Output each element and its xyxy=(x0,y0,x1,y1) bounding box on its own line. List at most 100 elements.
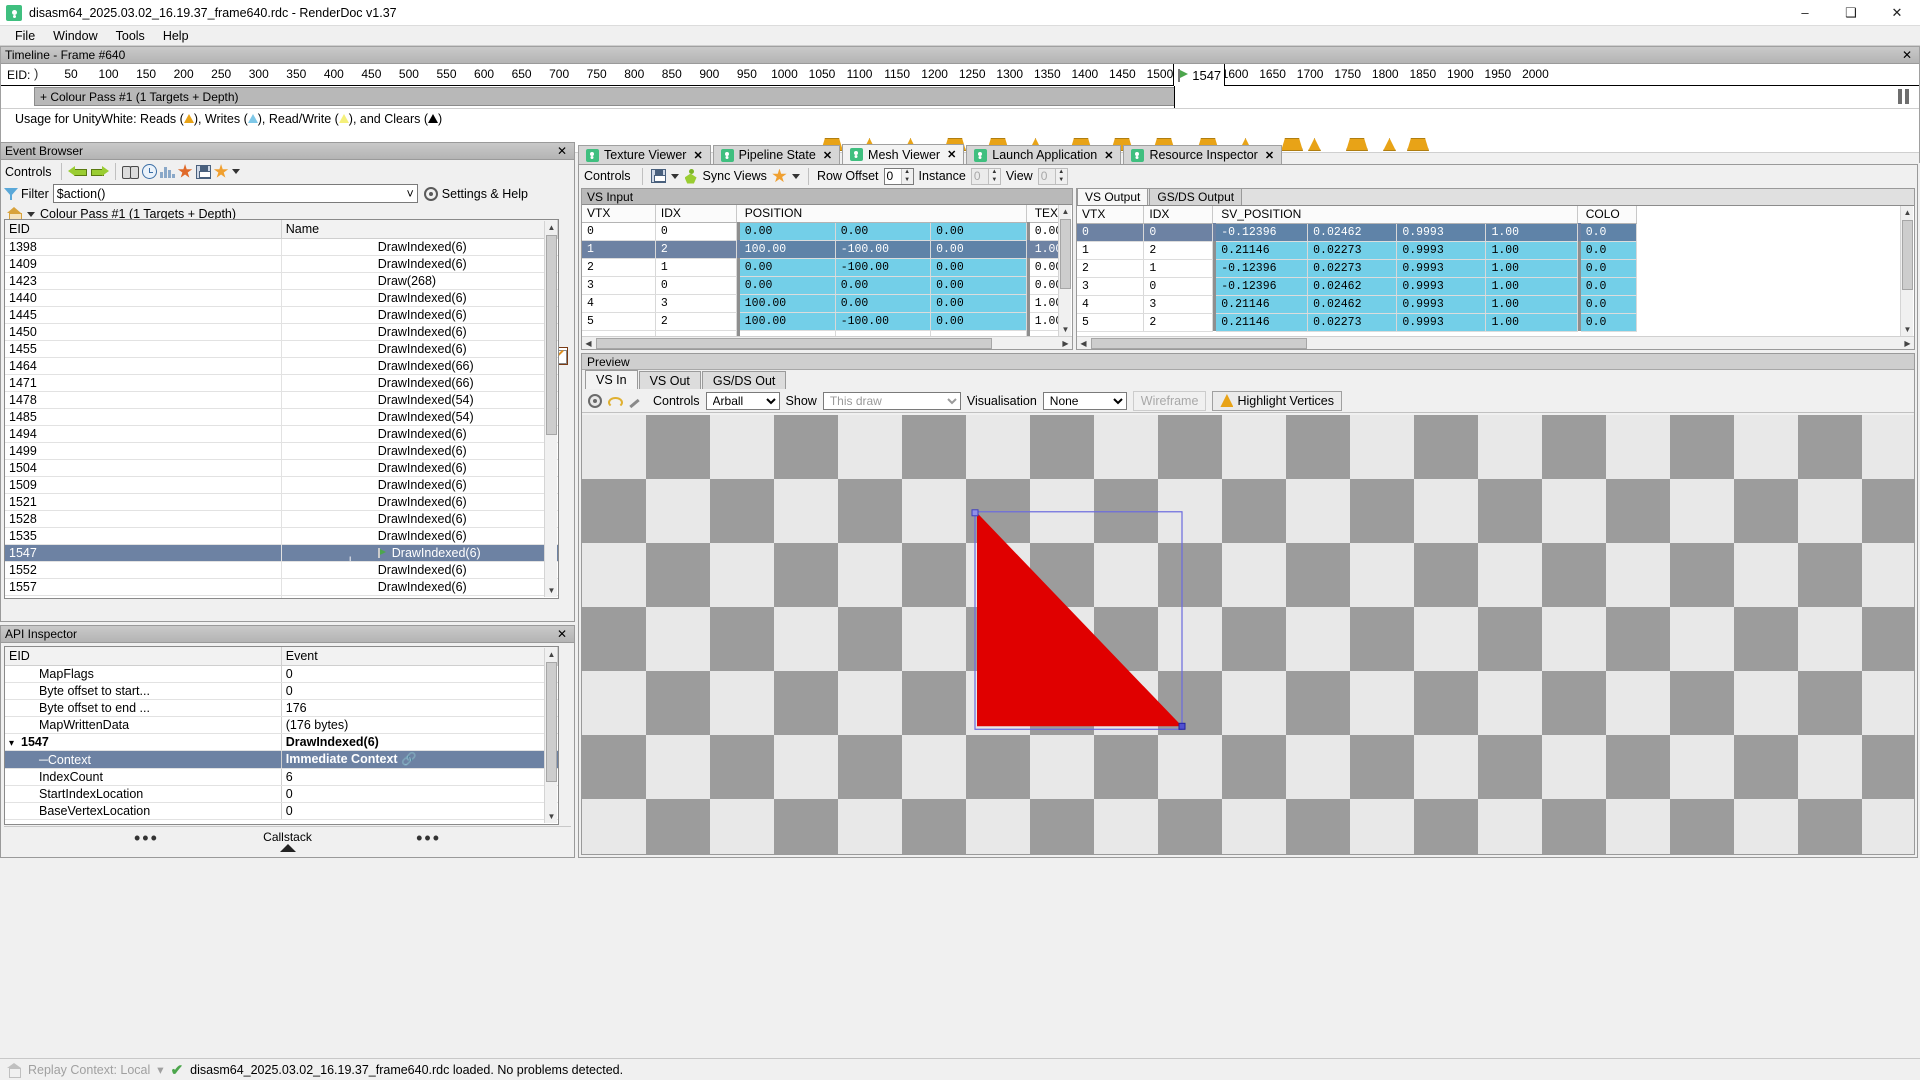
table-row[interactable]: 1528 DrawIndexed(6) xyxy=(5,510,558,528)
tab-launch-application[interactable]: Launch Application ✕ xyxy=(966,145,1122,164)
vsout-scroll-up-icon[interactable]: ▲ xyxy=(1901,206,1914,219)
api-inspector-close-icon[interactable]: ✕ xyxy=(554,627,570,641)
export-chevron-down-icon[interactable] xyxy=(670,173,679,179)
table-row[interactable]: 1398 DrawIndexed(6) xyxy=(5,238,558,256)
show-select[interactable]: This draw xyxy=(822,391,961,410)
api-scroll-down-icon[interactable]: ▼ xyxy=(545,810,558,823)
table-row[interactable]: 1562 DrawIndexed(6) xyxy=(5,595,558,598)
instance-stepper[interactable]: ▲ ▼ xyxy=(970,167,1001,185)
settings-gear-icon[interactable] xyxy=(588,393,602,408)
table-row[interactable]: ─Context Immediate Context 🔗 xyxy=(5,750,558,769)
close-icon[interactable]: ✕ xyxy=(1104,149,1113,162)
vsin-col-texcoord0[interactable]: TEXCOORD0 xyxy=(1029,205,1058,223)
previous-event-icon[interactable] xyxy=(67,165,87,178)
row-offset-spin-buttons[interactable]: ▲ ▼ xyxy=(900,168,913,184)
vs-output-vertical-scrollbar[interactable]: ▲ ▼ xyxy=(1900,206,1913,336)
minimize-button[interactable]: – xyxy=(1782,0,1828,26)
tab-resource-inspector[interactable]: Resource Inspector ✕ xyxy=(1123,145,1283,164)
tab-pipeline-state[interactable]: Pipeline State ✕ xyxy=(712,145,841,164)
vsout-scroll-right-icon[interactable]: ▶ xyxy=(1901,337,1914,349)
vsin-scroll-left-icon[interactable]: ◀ xyxy=(582,337,595,349)
visualisation-select[interactable]: NoneSolid ColourFlat ShadedSecondary xyxy=(1042,391,1127,410)
event-browser-close-icon[interactable]: ✕ xyxy=(554,144,570,158)
table-row[interactable]: 1499 DrawIndexed(6) xyxy=(5,442,558,460)
chevron-down-icon[interactable] xyxy=(231,169,240,174)
vsin-col-vtx[interactable]: VTX xyxy=(582,205,656,223)
api-scroll-thumb[interactable] xyxy=(546,662,557,782)
close-button[interactable]: ✕ xyxy=(1874,0,1920,26)
table-row[interactable]: Byte offset to start... 0 xyxy=(5,682,558,700)
wireframe-tool-icon[interactable] xyxy=(628,394,641,407)
event-column-eid[interactable]: EID xyxy=(5,220,282,239)
save-icon[interactable] xyxy=(195,164,211,179)
table-row[interactable]: 1485 DrawIndexed(54) xyxy=(5,408,558,426)
table-row[interactable]: 1494 DrawIndexed(6) xyxy=(5,425,558,443)
view-up-icon[interactable]: ▲ xyxy=(1055,168,1067,176)
highlight-vertices-button[interactable]: Highlight Vertices xyxy=(1212,390,1343,411)
table-row[interactable]: Byte offset to end ... 176 xyxy=(5,699,558,717)
tab-vs-output[interactable]: VS Output xyxy=(1077,189,1149,205)
breadcrumb-chevron-down-icon[interactable] xyxy=(27,211,35,217)
tab-vs-in[interactable]: VS In xyxy=(585,370,638,389)
table-row[interactable]: 1445 DrawIndexed(6) xyxy=(5,306,558,324)
pause-icon[interactable] xyxy=(1898,89,1911,104)
api-scroll-up-icon[interactable]: ▲ xyxy=(545,648,558,661)
table-row[interactable]: 1440 DrawIndexed(6) xyxy=(5,289,558,307)
view-spin-buttons[interactable]: ▲ ▼ xyxy=(1054,168,1067,184)
vsout-col-svposition[interactable]: SV_POSITION xyxy=(1216,206,1578,224)
maximize-button[interactable]: ❑ xyxy=(1828,0,1874,26)
table-row[interactable]: 1409 DrawIndexed(6) xyxy=(5,255,558,273)
camera-controls-select[interactable]: ArballFlycam xyxy=(705,391,780,410)
vertex-row[interactable]: 43100.000.000.001.001.00 xyxy=(582,294,1058,313)
vs-output-grid[interactable]: VTX IDX SV_POSITION COLO 0 0 -0.12396 0.024… xyxy=(1077,206,1900,336)
timeline-current-eid-marker[interactable]: 1547 xyxy=(1173,64,1226,86)
chevron-down-icon[interactable]: ▾ xyxy=(9,738,21,749)
table-row[interactable]: IndexCount 6 xyxy=(5,768,558,786)
table-row[interactable]: MapWrittenData (176 bytes) xyxy=(5,716,558,734)
vsin-scroll-thumb[interactable] xyxy=(1060,219,1071,289)
table-row[interactable]: 1455 DrawIndexed(6) xyxy=(5,340,558,358)
vs-input-vertical-scrollbar[interactable]: ▲ ▼ xyxy=(1058,205,1071,336)
vertex-row[interactable]: 4 3 0.21146 0.02462 0.9993 1.00 0.0 xyxy=(1077,295,1637,314)
close-icon[interactable]: ✕ xyxy=(947,148,956,161)
close-icon[interactable]: ✕ xyxy=(823,149,832,162)
vertex-row[interactable]: 210.00-100.000.000.000.00 xyxy=(582,258,1058,277)
timeline-pass-block[interactable]: + Colour Pass #1 (1 Targets + Depth) xyxy=(34,87,1176,106)
table-row[interactable]: 1557 DrawIndexed(6) xyxy=(5,578,558,596)
resource-link-icon[interactable]: 🔗 xyxy=(401,752,417,766)
tab-vs-out[interactable]: VS Out xyxy=(638,371,701,389)
find-event-icon[interactable] xyxy=(121,165,139,179)
vs-input-grid[interactable]: VTX IDX POSITION TEXCOORD0 000.000.000.0… xyxy=(582,205,1058,336)
callstack-left-dots[interactable]: ••• xyxy=(134,829,159,847)
reset-camera-icon[interactable] xyxy=(608,395,623,408)
vs-output-horizontal-scrollbar[interactable]: ◀ ▶ xyxy=(1077,336,1914,349)
table-row[interactable]: 1504 DrawIndexed(6) xyxy=(5,459,558,477)
settings-and-help-button[interactable]: Settings & Help xyxy=(423,186,528,201)
vertex-row[interactable]: 12100.00-100.000.001.000.00 xyxy=(582,240,1058,259)
view-input[interactable] xyxy=(1038,168,1055,184)
instance-input[interactable] xyxy=(971,168,988,184)
timeline-icon[interactable] xyxy=(141,164,157,179)
vsin-col-position[interactable]: POSITION xyxy=(739,205,1027,223)
table-row[interactable]: 1450 DrawIndexed(6) xyxy=(5,323,558,341)
api-inspector-vertical-scrollbar[interactable]: ▲ ▼ xyxy=(544,648,557,823)
event-browser-vertical-scrollbar[interactable]: ▲ ▼ xyxy=(544,221,557,597)
vsin-col-idx[interactable]: IDX xyxy=(655,205,737,223)
wireframe-button[interactable]: Wireframe xyxy=(1132,390,1207,411)
vertex-row[interactable]: 3 0 -0.12396 0.02462 0.9993 1.00 0.0 xyxy=(1077,277,1637,296)
filter-input[interactable]: $action() ˅ xyxy=(52,184,418,203)
table-row[interactable]: MapFlags 0 xyxy=(5,665,558,683)
row-offset-stepper[interactable]: ▲ ▼ xyxy=(883,167,914,185)
plugin-chevron-down-icon[interactable] xyxy=(791,173,800,179)
scroll-thumb[interactable] xyxy=(546,235,557,435)
menu-file[interactable]: File xyxy=(6,27,44,45)
plugin-icon[interactable] xyxy=(772,168,787,183)
tab-mesh-viewer[interactable]: Mesh Viewer ✕ xyxy=(842,144,965,164)
timeline-close-icon[interactable]: ✕ xyxy=(1899,48,1915,62)
next-event-icon[interactable] xyxy=(90,165,109,178)
vsin-scroll-right-icon[interactable]: ▶ xyxy=(1059,337,1072,349)
callstack-right-dots[interactable]: ••• xyxy=(416,829,441,847)
vsout-col-colo[interactable]: COLO xyxy=(1580,206,1637,224)
instance-down-icon[interactable]: ▼ xyxy=(988,176,1000,184)
table-row[interactable]: 1547├DrawIndexed(6) xyxy=(5,544,558,562)
